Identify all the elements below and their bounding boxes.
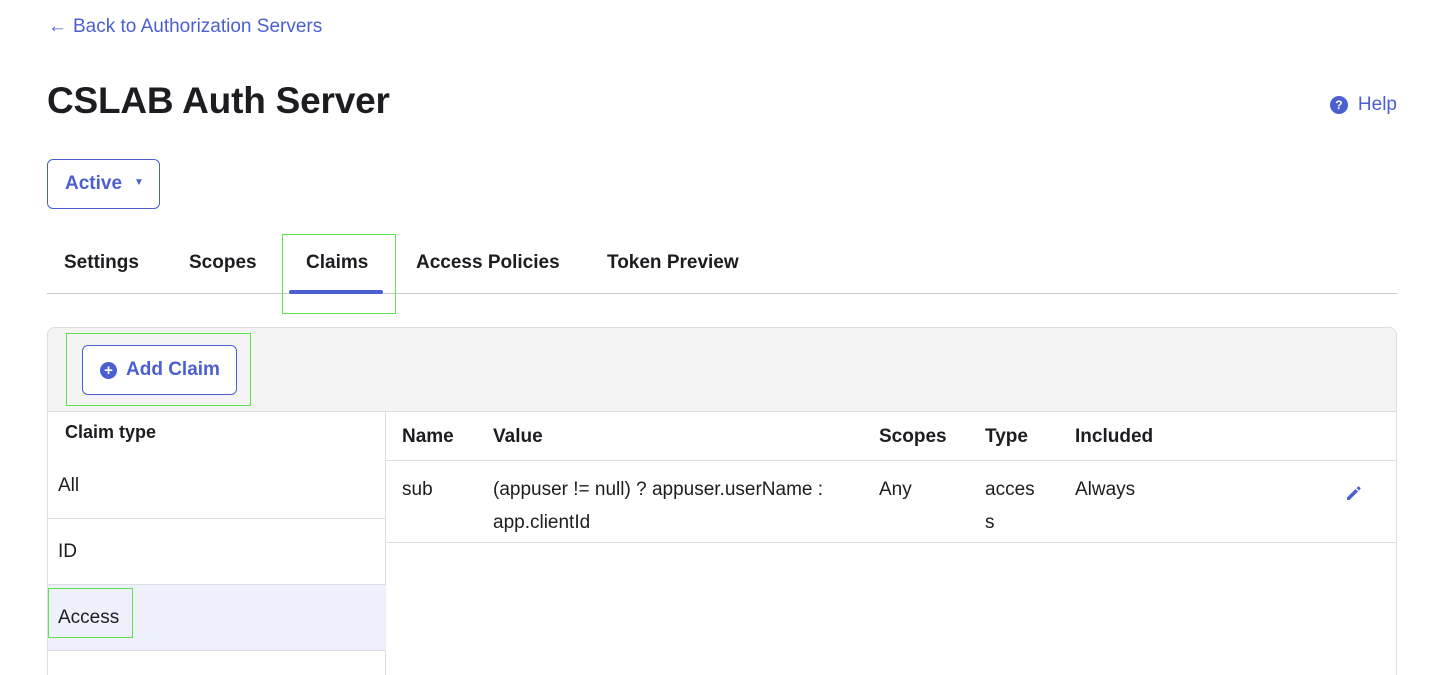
column-header-included: Included [1075,426,1154,447]
active-tab-indicator [289,290,383,294]
tab-access-policies[interactable]: Access Policies [416,252,560,274]
claim-included-cell: Always [1075,479,1136,500]
page-title: CSLAB Auth Server [47,80,390,121]
claim-type-access[interactable]: Access [48,585,386,651]
table-header-row: Name Value Scopes Type Included [386,412,1396,461]
column-header-name: Name [402,426,454,447]
back-link-label: Back to Authorization Servers [73,16,323,37]
claim-name-cell: sub [402,479,433,500]
status-selected-value: Active [65,173,123,194]
column-header-value: Value [493,426,543,447]
claim-type-sidebar: Claim type All ID Access [48,412,386,675]
caret-down-icon: ▼ [134,176,144,188]
claim-type-label: ID [58,540,77,562]
tab-settings[interactable]: Settings [64,252,139,274]
claim-value-line-1: (appuser != null) ? appuser.userName : [493,479,824,500]
add-claim-button[interactable]: + Add Claim [82,345,237,395]
table-row: sub (appuser != null) ? appuser.userName… [386,461,1396,543]
tab-bar: Settings Scopes Claims Access Policies T… [47,234,1397,294]
help-label: Help [1357,94,1397,115]
pencil-icon[interactable] [1344,483,1364,503]
claim-type-label: Access [58,606,120,628]
plus-circle-icon: + [100,361,117,379]
claim-value-line-2: app.clientId [493,512,591,533]
panel-toolbar: + Add Claim [48,328,1396,412]
claim-type-id[interactable]: ID [48,519,386,585]
tab-claims[interactable]: Claims [306,252,368,274]
claim-type-cell: acces s [985,473,1035,539]
column-header-type: Type [985,426,1028,447]
claim-type-line-2: s [985,512,995,533]
add-claim-label: Add Claim [126,359,220,380]
claims-panel: + Add Claim Claim type All ID Access Nam… [47,327,1397,675]
claim-type-header: Claim type [65,422,157,442]
claim-scopes-cell: Any [879,479,912,500]
tab-scopes[interactable]: Scopes [189,252,257,274]
column-header-scopes: Scopes [879,426,947,447]
help-link[interactable]: ? Help [1329,94,1397,116]
status-dropdown[interactable]: Active ▼ [47,159,160,209]
arrow-left-icon: ← [48,16,67,37]
claim-type-label: All [58,474,80,496]
claims-table: Name Value Scopes Type Included sub (app… [386,412,1396,675]
claim-type-line-1: acces [985,479,1035,500]
question-circle-icon: ? [1329,96,1348,114]
claim-type-all[interactable]: All [48,453,386,519]
tab-token-preview[interactable]: Token Preview [607,252,739,274]
back-to-authorization-servers-link[interactable]: ← Back to Authorization Servers [48,16,322,38]
claim-value-cell: (appuser != null) ? appuser.userName : a… [493,473,823,539]
